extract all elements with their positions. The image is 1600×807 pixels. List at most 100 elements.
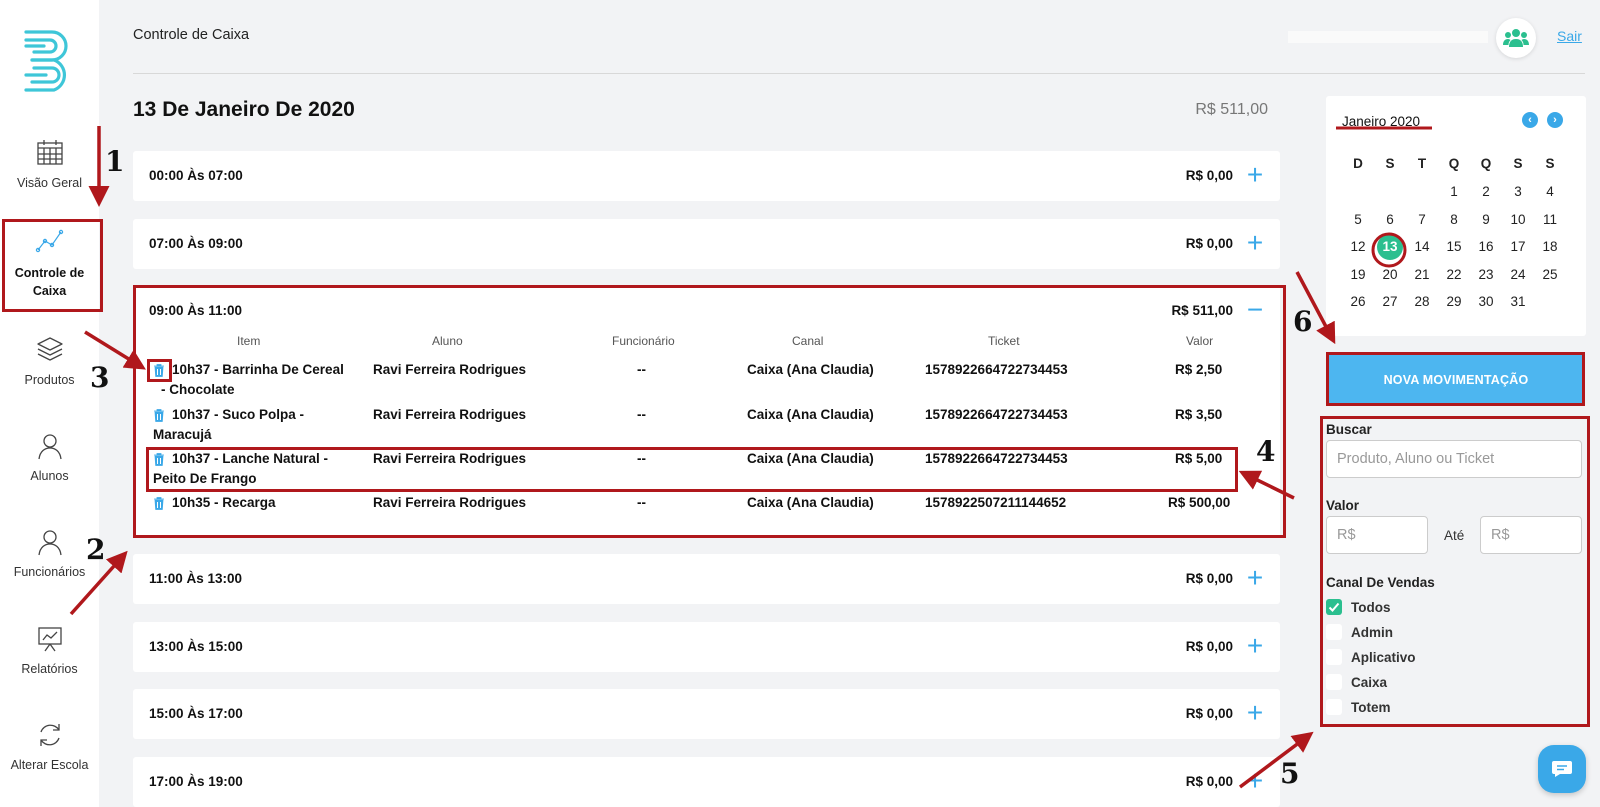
user-name-redacted (1288, 31, 1488, 43)
users-icon (1503, 29, 1529, 47)
time-slot-total: R$ 0,00 (1185, 639, 1233, 654)
sidebar-item-label: Produtos (24, 373, 75, 387)
calendar-day[interactable]: 9 (1470, 212, 1502, 227)
calendar-day[interactable]: 6 (1374, 212, 1406, 227)
calendar-day[interactable]: 17 (1502, 239, 1534, 254)
calendar-day[interactable]: 4 (1534, 184, 1566, 199)
annotation-number: 4 (1256, 435, 1276, 468)
sidebar-item-label: Relatórios (21, 662, 78, 676)
time-slot-total: R$ 0,00 (1185, 706, 1233, 721)
annotation-box-controle-de-caixa (2, 219, 103, 312)
time-slot-label: 13:00 Às 15:00 (149, 639, 243, 654)
annotation-box-trash (147, 359, 172, 382)
calendar-day[interactable]: 12 (1342, 239, 1374, 254)
time-slot[interactable]: 13:00 Às 15:00 R$ 0,00 + (133, 622, 1280, 672)
calendar-day[interactable]: 26 (1342, 294, 1374, 309)
calendar-day[interactable]: 14 (1406, 239, 1438, 254)
calendar-day[interactable]: 16 (1470, 239, 1502, 254)
time-slot[interactable]: 07:00 Às 09:00 R$ 0,00 + (133, 219, 1280, 269)
time-slot-label: 00:00 Às 07:00 (149, 168, 243, 183)
annotation-box-filters (1320, 416, 1590, 727)
sidebar-item-funcionarios[interactable]: Funcionários (0, 527, 99, 579)
calendar-weekday: S (1385, 156, 1395, 171)
annotation-number: 2 (86, 533, 106, 566)
refresh-icon (39, 724, 60, 746)
calendar-day[interactable]: 1 (1438, 184, 1470, 199)
header-divider (133, 73, 1585, 74)
sidebar: Visão Geral Controle de Caixa Produtos A… (0, 0, 99, 807)
calendar-day-selected[interactable]: 13 (1374, 234, 1406, 261)
calendar-day[interactable]: 21 (1406, 267, 1438, 282)
calendar-day[interactable]: 7 (1406, 212, 1438, 227)
calendar-weekday: S (1545, 156, 1555, 171)
sidebar-item-visao-geral[interactable]: Visão Geral (0, 138, 99, 190)
chat-button[interactable] (1538, 745, 1586, 793)
time-slot-total: R$ 0,00 (1185, 168, 1233, 183)
user-avatar[interactable] (1496, 18, 1536, 58)
calendar-day[interactable]: 18 (1534, 239, 1566, 254)
time-slot-total: R$ 0,00 (1185, 571, 1233, 586)
layers-icon (36, 337, 63, 361)
date-picker-calendar: Janeiro 2020 ‹ › D S T Q Q S S 1 2 3 4 5 6 7 8 9 10 11 12 1… (1326, 96, 1586, 336)
calendar-weekday: S (1513, 156, 1523, 171)
annotation-number: 6 (1293, 305, 1313, 338)
calendar-day[interactable]: 31 (1502, 294, 1534, 309)
user-icon (37, 530, 62, 556)
annotation-number: 5 (1280, 757, 1300, 790)
time-slot-label: 15:00 Às 17:00 (149, 706, 243, 721)
annotation-box-new-button (1326, 352, 1585, 406)
calendar-day[interactable]: 2 (1470, 184, 1502, 199)
calendar-day[interactable]: 8 (1438, 212, 1470, 227)
chat-icon (1552, 761, 1572, 777)
calendar-day[interactable]: 25 (1534, 267, 1566, 282)
calendar-day[interactable]: 15 (1438, 239, 1470, 254)
calendar-day[interactable]: 30 (1470, 294, 1502, 309)
calendar-day[interactable]: 11 (1534, 212, 1566, 227)
expand-plus-icon[interactable]: + (1244, 564, 1266, 592)
sidebar-item-alterar-escola[interactable]: Alterar Escola (0, 720, 99, 772)
calendar-day[interactable]: 27 (1374, 294, 1406, 309)
calendar-day[interactable]: 3 (1502, 184, 1534, 199)
presentation-icon (37, 627, 62, 652)
annotation-number: 1 (105, 145, 125, 178)
time-slot-label: 11:00 Às 13:00 (149, 571, 243, 586)
school-logo[interactable] (22, 28, 76, 94)
calendar-day[interactable]: 20 (1374, 267, 1406, 282)
time-slot-total: R$ 0,00 (1185, 774, 1233, 789)
time-slot[interactable]: 11:00 Às 13:00 R$ 0,00 + (133, 554, 1280, 604)
expand-plus-icon[interactable]: + (1244, 699, 1266, 727)
calendar-day[interactable]: 28 (1406, 294, 1438, 309)
logout-link[interactable]: Sair (1557, 28, 1582, 44)
calendar-day[interactable]: 5 (1342, 212, 1374, 227)
time-slot[interactable]: 17:00 Às 19:00 R$ 0,00 + (133, 757, 1280, 807)
expand-plus-icon[interactable]: + (1244, 632, 1266, 660)
annotation-number: 3 (90, 361, 110, 394)
calendar-weekday: T (1417, 156, 1427, 171)
calendar-day[interactable]: 22 (1438, 267, 1470, 282)
time-slot-label: 07:00 Às 09:00 (149, 236, 243, 251)
sidebar-item-alunos[interactable]: Alunos (0, 431, 99, 483)
page-title: 13 De Janeiro De 2020 (133, 98, 355, 121)
calendar-day[interactable]: 10 (1502, 212, 1534, 227)
sidebar-item-label: Alterar Escola (10, 758, 89, 772)
calendar-day[interactable]: 19 (1342, 267, 1374, 282)
expand-plus-icon[interactable]: + (1244, 161, 1266, 189)
annotation-box-row (146, 447, 1238, 492)
calendar-weekday: Q (1480, 156, 1492, 171)
expand-plus-icon[interactable]: + (1244, 229, 1266, 257)
time-slot-total: R$ 0,00 (1185, 236, 1233, 251)
calendar-day[interactable]: 24 (1502, 267, 1534, 282)
calendar-icon (36, 140, 63, 165)
sidebar-item-label: Alunos (30, 469, 69, 483)
user-icon (37, 434, 62, 460)
chevron-right-icon[interactable]: › (1547, 112, 1563, 128)
expand-plus-icon[interactable]: + (1244, 767, 1266, 795)
calendar-day[interactable]: 23 (1470, 267, 1502, 282)
chevron-left-icon[interactable]: ‹ (1522, 112, 1538, 128)
sidebar-item-relatorios[interactable]: Relatórios (0, 624, 99, 676)
time-slot[interactable]: 15:00 Às 17:00 R$ 0,00 + (133, 689, 1280, 739)
sidebar-item-produtos[interactable]: Produtos (0, 335, 99, 387)
page-header-title: Controle de Caixa (133, 27, 250, 43)
time-slot[interactable]: 00:00 Às 07:00 R$ 0,00 + (133, 151, 1280, 201)
calendar-day[interactable]: 29 (1438, 294, 1470, 309)
